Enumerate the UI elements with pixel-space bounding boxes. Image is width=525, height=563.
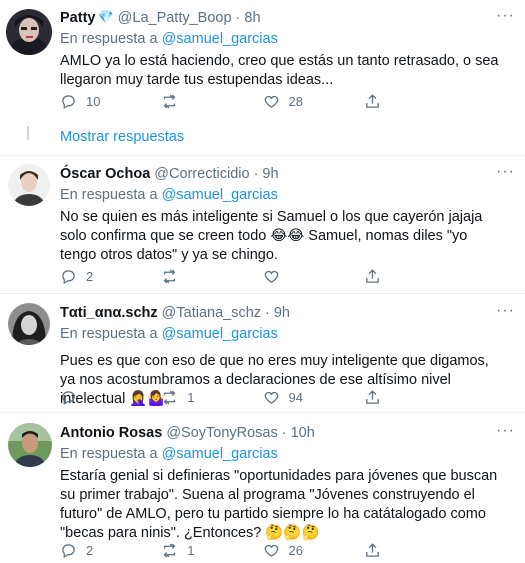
reply-count: 10	[86, 93, 101, 109]
separator-dot: ·	[265, 305, 270, 321]
thread-connector	[27, 126, 29, 140]
like-button[interactable]: 28	[263, 91, 364, 111]
share-button[interactable]	[364, 540, 465, 560]
tweet-header: Patty 💎 @La_Patty_Boop · 8h	[60, 8, 515, 28]
separator-dot: ·	[235, 10, 241, 26]
reply-icon	[62, 94, 75, 109]
timestamp[interactable]: 10h	[291, 423, 315, 443]
reply-icon	[62, 390, 75, 405]
heart-icon	[264, 544, 278, 557]
tweet-actions: 10 28	[60, 91, 465, 111]
display-name[interactable]: Antonio Rosas	[60, 423, 162, 443]
reply-context: En respuesta a @samuel_garcias	[60, 324, 515, 344]
heart-icon	[264, 95, 278, 108]
tweet-header: Antonio Rosas @SoyTonyRosas · 10h	[60, 423, 515, 443]
reply-prefix: En respuesta a	[60, 31, 158, 47]
reply-button[interactable]: 2	[60, 540, 161, 560]
reply-icon	[62, 269, 75, 284]
tweet[interactable]: Patty 💎 @La_Patty_Boop · 8h En respuesta…	[0, 0, 525, 160]
more-options-icon[interactable]: ···	[496, 302, 515, 320]
display-name[interactable]: Patty	[60, 8, 95, 28]
timestamp[interactable]: 9h	[274, 303, 290, 323]
share-button[interactable]	[364, 266, 465, 286]
reply-button[interactable]	[60, 387, 161, 407]
like-count: 26	[288, 542, 303, 558]
reply-context: En respuesta a @samuel_garcias	[60, 185, 515, 205]
reply-count: 2	[86, 542, 94, 558]
share-icon	[365, 268, 379, 283]
like-button[interactable]: 26	[263, 540, 364, 560]
tweet-text: Estaría genial si definieras "oportunida…	[60, 468, 498, 541]
avatar[interactable]	[8, 423, 52, 467]
reply-count: 2	[86, 268, 94, 284]
reply-mention[interactable]: @samuel_garcias	[162, 187, 278, 203]
tweet[interactable]: Óscar Ochoa @Correcticidio · 9h En respu…	[0, 156, 525, 294]
tweet-actions: 1 94	[60, 387, 465, 407]
user-handle[interactable]: @La_Patty_Boop	[118, 8, 232, 28]
user-handle[interactable]: @Tatiana_schz	[162, 303, 261, 323]
heart-icon	[264, 391, 278, 404]
retweet-icon	[163, 390, 176, 404]
share-button[interactable]	[364, 91, 465, 111]
tweet-content: Antonio Rosas @SoyTonyRosas · 10h En res…	[60, 423, 515, 543]
more-options-icon[interactable]: ···	[496, 7, 515, 25]
retweet-button[interactable]	[161, 91, 262, 111]
like-button[interactable]	[263, 266, 364, 286]
user-handle[interactable]: @Correcticidio	[154, 164, 249, 184]
diamond-icon: 💎	[97, 10, 114, 25]
user-handle[interactable]: @SoyTonyRosas	[166, 423, 277, 443]
retweet-count: 1	[187, 389, 195, 405]
retweet-icon	[163, 543, 176, 557]
reply-context: En respuesta a @samuel_garcias	[60, 29, 515, 49]
reply-feed: Patty 💎 @La_Patty_Boop · 8h En respuesta…	[0, 0, 525, 563]
share-icon	[365, 542, 379, 557]
like-button[interactable]: 94	[263, 387, 364, 407]
more-options-icon[interactable]: ···	[496, 422, 515, 440]
share-button[interactable]	[364, 387, 465, 407]
separator-dot: ·	[253, 166, 259, 182]
retweet-count: 1	[187, 542, 195, 558]
like-count: 94	[288, 389, 303, 405]
reply-button[interactable]: 2	[60, 266, 161, 286]
share-icon	[365, 93, 379, 108]
tweet-text: AMLO ya lo está haciendo, creo que estás…	[60, 53, 499, 88]
avatar[interactable]	[8, 303, 50, 345]
reply-prefix: En respuesta a	[60, 446, 158, 462]
share-icon	[365, 389, 379, 404]
tweet-header: Tαti_αnα.schz @Tatiana_schz · 9h	[60, 303, 515, 323]
reply-icon	[62, 543, 75, 558]
tweet-content: Patty 💎 @La_Patty_Boop · 8h En respuesta…	[60, 8, 515, 90]
tweet-actions: 2 1 26	[60, 540, 465, 560]
reply-mention[interactable]: @samuel_garcias	[162, 31, 278, 47]
tweet[interactable]: Antonio Rosas @SoyTonyRosas · 10h En res…	[0, 413, 525, 563]
tweet-header: Óscar Ochoa @Correcticidio · 9h	[60, 164, 515, 184]
retweet-icon	[163, 94, 176, 108]
avatar[interactable]	[6, 9, 52, 55]
reply-prefix: En respuesta a	[60, 187, 158, 203]
tweet[interactable]: Tαti_αnα.schz @Tatiana_schz · 9h En resp…	[0, 294, 525, 413]
reply-mention[interactable]: @samuel_garcias	[162, 446, 278, 462]
tweet-actions: 2	[60, 266, 465, 286]
reply-prefix: En respuesta a	[60, 326, 158, 342]
retweet-button[interactable]: 1	[161, 540, 262, 560]
retweet-icon	[163, 269, 176, 283]
show-replies-link[interactable]: Mostrar respuestas	[60, 129, 184, 145]
display-name[interactable]: Óscar Ochoa	[60, 164, 150, 184]
avatar[interactable]	[8, 164, 50, 206]
retweet-button[interactable]: 1	[161, 387, 262, 407]
reply-button[interactable]: 10	[60, 91, 161, 111]
reply-context: En respuesta a @samuel_garcias	[60, 444, 515, 464]
heart-icon	[264, 270, 278, 283]
like-count: 28	[288, 93, 303, 109]
timestamp[interactable]: 8h	[244, 8, 260, 28]
retweet-button[interactable]	[161, 266, 262, 286]
tweet-text: No se quien es más inteligente si Samuel…	[60, 209, 483, 263]
more-options-icon[interactable]: ···	[496, 163, 515, 181]
timestamp[interactable]: 9h	[262, 164, 278, 184]
reply-mention[interactable]: @samuel_garcias	[162, 326, 278, 342]
display-name[interactable]: Tαti_αnα.schz	[60, 303, 158, 323]
separator-dot: ·	[281, 425, 287, 441]
tweet-content: Óscar Ochoa @Correcticidio · 9h En respu…	[60, 164, 515, 265]
